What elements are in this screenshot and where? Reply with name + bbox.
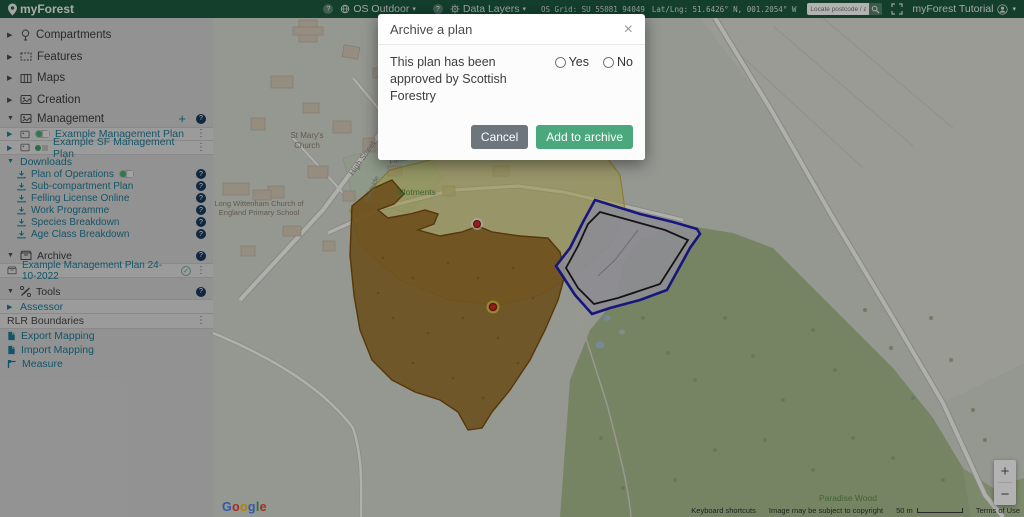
approval-radio-group: Yes No [555, 54, 633, 105]
dialog-title: Archive a plan [390, 22, 472, 37]
radio-yes-input[interactable] [555, 57, 566, 68]
radio-no-input[interactable] [603, 57, 614, 68]
app-window: myForest ? OS Outdoor ▾ ? Data Layers ▾ … [0, 0, 1024, 517]
archive-plan-dialog: Archive a plan × This plan has been appr… [378, 14, 645, 160]
close-icon[interactable]: × [624, 24, 633, 36]
radio-yes[interactable]: Yes [555, 55, 589, 69]
radio-no[interactable]: No [603, 55, 633, 69]
cancel-button[interactable]: Cancel [471, 125, 528, 149]
dialog-message: This plan has been approved by Scottish … [390, 54, 549, 105]
add-to-archive-button[interactable]: Add to archive [536, 125, 633, 149]
